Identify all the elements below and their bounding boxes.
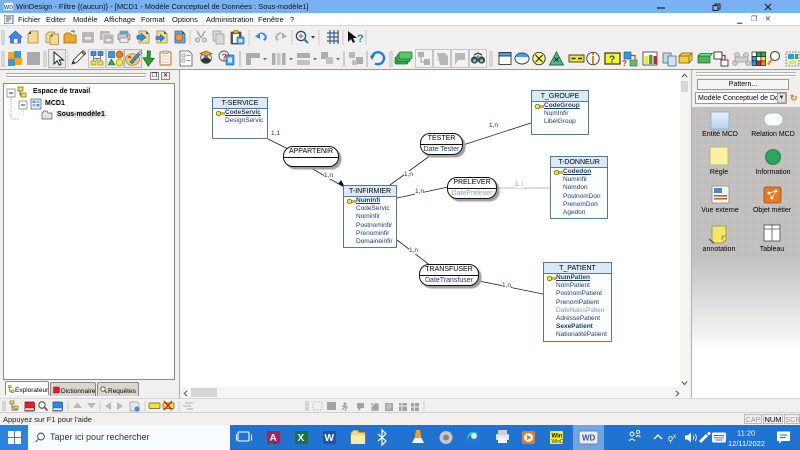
svg-text:Règle: Règle: [710, 169, 728, 176]
svg-text:W: W: [325, 433, 335, 444]
svg-text:11:20: 11:20: [737, 429, 755, 438]
svg-text:WD: WD: [4, 5, 13, 11]
svg-text:A: A: [270, 433, 277, 444]
svg-text:?: ?: [622, 59, 627, 68]
svg-text:Relation MCD: Relation MCD: [751, 131, 795, 138]
svg-text:X: X: [298, 433, 305, 444]
svg-text:WinD: WinD: [552, 439, 565, 445]
svg-text:Entité MCD: Entité MCD: [702, 131, 738, 138]
svg-text:annotation: annotation: [703, 246, 736, 253]
svg-text:Vue externe: Vue externe: [701, 207, 739, 214]
svg-text:Information: Information: [755, 169, 790, 176]
svg-text:Tableau: Tableau: [760, 246, 785, 253]
svg-text:WD: WD: [582, 434, 596, 443]
svg-text:?: ?: [609, 55, 615, 66]
svg-text:?: ?: [357, 33, 364, 45]
svg-text:12/11/2022: 12/11/2022: [728, 439, 765, 448]
svg-text:Objet métier: Objet métier: [753, 207, 792, 214]
svg-text:x: x: [673, 434, 676, 440]
